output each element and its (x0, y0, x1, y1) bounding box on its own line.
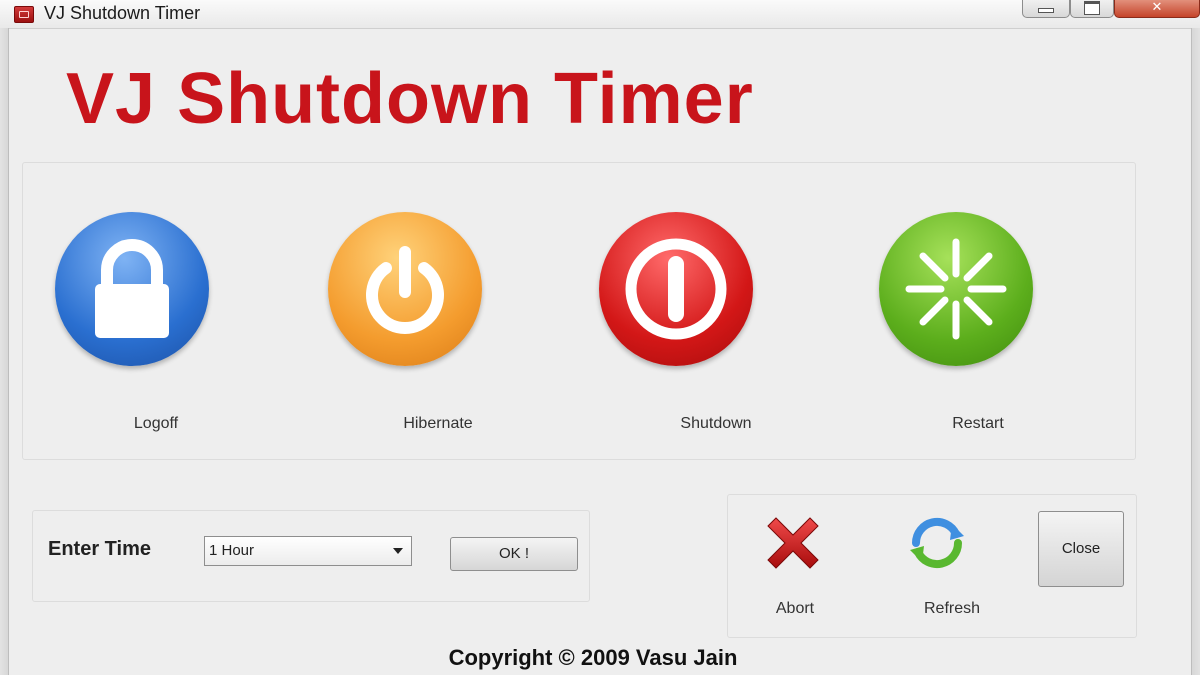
close-button[interactable]: Close (1038, 511, 1124, 587)
window-frame-left (0, 28, 9, 675)
power-icon (328, 212, 482, 366)
ok-button[interactable]: OK ! (450, 537, 578, 571)
chevron-down-icon (393, 548, 403, 554)
abort-label: Abort (775, 600, 815, 617)
abort-x-icon (767, 517, 819, 569)
time-select[interactable]: 1 Hour (204, 536, 412, 566)
enter-time-label: Enter Time (48, 538, 151, 560)
maximize-icon (1084, 1, 1100, 15)
lock-icon (55, 212, 209, 366)
shutdown-icon (599, 212, 753, 366)
refresh-button[interactable] (902, 508, 972, 578)
window-frame-right (1191, 28, 1200, 675)
app-window: VJ Shutdown Timer ✕ VJ Shutdown Timer Lo… (0, 0, 1200, 675)
logoff-button[interactable] (52, 212, 212, 366)
time-select-value: 1 Hour (209, 542, 255, 559)
refresh-icon (910, 517, 964, 569)
copyright-text: Copyright © 2009 Vasu Jain (448, 645, 738, 670)
hibernate-label: Hibernate (403, 415, 473, 432)
title-bar[interactable]: VJ Shutdown Timer ✕ (0, 0, 1200, 29)
minimize-button[interactable] (1022, 0, 1070, 18)
hibernate-button[interactable] (325, 212, 485, 366)
maximize-button[interactable] (1070, 0, 1114, 18)
app-icon (14, 6, 34, 23)
logoff-label: Logoff (133, 415, 179, 432)
window-title: VJ Shutdown Timer (44, 3, 201, 23)
minimize-icon (1038, 8, 1054, 13)
shutdown-button[interactable] (596, 212, 756, 366)
restart-button[interactable] (876, 212, 1036, 366)
window-close-button[interactable]: ✕ (1114, 0, 1200, 18)
abort-button[interactable] (758, 508, 828, 578)
shutdown-label: Shutdown (680, 415, 752, 432)
app-heading: VJ Shutdown Timer (66, 59, 754, 139)
restart-icon (879, 212, 1033, 366)
restart-label: Restart (952, 415, 1004, 432)
close-icon: ✕ (1151, 0, 1163, 14)
refresh-label: Refresh (923, 600, 981, 617)
